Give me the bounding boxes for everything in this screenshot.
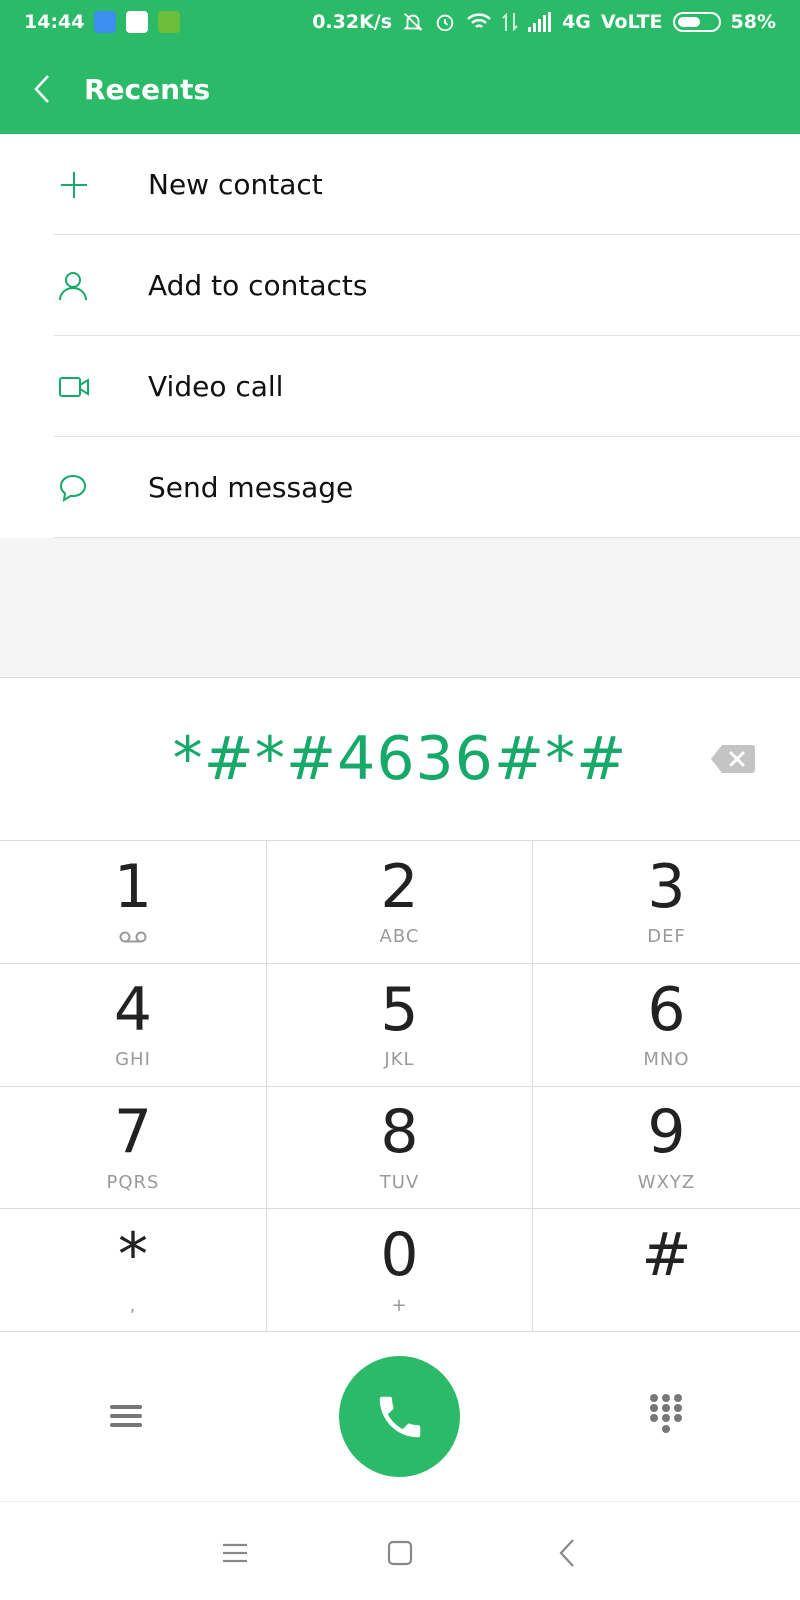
key-digit: 1 (113, 851, 153, 922)
android-app-icon (158, 11, 181, 33)
key-digit: 4 (113, 974, 153, 1045)
backspace-icon[interactable] (710, 743, 756, 775)
key-6[interactable]: 6 MNO (533, 964, 800, 1087)
key-digit: 5 (380, 974, 419, 1045)
signal-icon (528, 12, 552, 32)
key-letters: GHI (115, 1049, 151, 1071)
new-contact-label: New contact (148, 168, 323, 201)
key-9[interactable]: 9 WXYZ (533, 1087, 800, 1210)
key-letters: , (129, 1294, 137, 1316)
number-display: *#*#4636#*# (0, 678, 800, 841)
key-digit: 7 (113, 1097, 153, 1168)
data-transfer-icon (502, 12, 518, 32)
status-time: 14:44 (24, 11, 85, 33)
network-type: 4G (562, 11, 591, 33)
key-4[interactable]: 4 GHI (0, 963, 267, 1087)
wifi-icon (467, 13, 491, 28)
key-digit: 9 (647, 1097, 686, 1168)
status-bar: 14:44 0.32K/s 4G VoLTE 58% (0, 0, 800, 44)
key-letters: TUV (379, 1171, 420, 1193)
key-0[interactable]: 0 + (267, 1209, 533, 1332)
number-actions-list: New contact Add to contacts Video call S… (0, 134, 800, 538)
app-header: Recents (0, 44, 800, 134)
key-3[interactable]: 3 DEF (533, 841, 800, 964)
dialpad-icon[interactable] (648, 1392, 684, 1436)
voicemail-icon (119, 931, 147, 943)
key-letters: JKL (384, 1049, 415, 1071)
battery-icon (672, 12, 721, 32)
add-to-contacts-item[interactable]: Add to contacts (0, 235, 800, 336)
key-8[interactable]: 8 TUV (267, 1086, 533, 1210)
key-digit: * (118, 1220, 148, 1291)
key-digit: 3 (647, 851, 686, 922)
key-1[interactable]: 1 (0, 841, 267, 964)
call-button[interactable] (339, 1356, 460, 1477)
key-digit: 0 (380, 1220, 419, 1291)
add-to-contacts-label: Add to contacts (148, 269, 368, 302)
key-letters (119, 927, 147, 947)
spacer-area (0, 538, 800, 678)
net-speed: 0.32K/s (312, 11, 393, 33)
maps-app-icon (126, 11, 149, 33)
dialed-number[interactable]: *#*#4636#*# (173, 724, 628, 794)
video-camera-icon (59, 376, 89, 397)
key-letters: DEF (647, 926, 686, 948)
page-title: Recents (84, 72, 211, 106)
key-letters: ABC (379, 926, 420, 948)
back-nav-icon[interactable] (551, 1536, 585, 1570)
dialer-action-bar (0, 1332, 800, 1502)
phone-icon (379, 1396, 420, 1437)
dial-keypad: 1 2 ABC 3 DEF 4 GHI 5 JKL 6 MNO 7 PQRS 8… (0, 841, 800, 1332)
send-message-label: Send message (148, 471, 354, 504)
key-letters: + (391, 1294, 408, 1316)
message-bubble-icon (59, 474, 87, 502)
key-5[interactable]: 5 JKL (267, 963, 533, 1087)
system-nav-bar (0, 1502, 800, 1600)
person-icon (59, 271, 87, 300)
plus-icon (61, 171, 87, 198)
alarm-icon (436, 14, 454, 32)
new-contact-item[interactable]: New contact (0, 134, 800, 235)
key-digit: 2 (380, 851, 419, 922)
video-call-item[interactable]: Video call (0, 336, 800, 437)
chevron-left-icon (34, 75, 49, 103)
key-digit: 8 (380, 1097, 419, 1168)
browser-app-icon (94, 11, 117, 33)
recent-apps-icon[interactable] (218, 1536, 252, 1570)
key-letters: WXYZ (637, 1171, 696, 1193)
key-7[interactable]: 7 PQRS (0, 1086, 267, 1210)
key-2[interactable]: 2 ABC (267, 841, 533, 964)
key-hash[interactable]: # (533, 1209, 800, 1332)
back-button[interactable] (0, 44, 84, 134)
key-letters: PQRS (106, 1171, 160, 1193)
volte-indicator: VoLTE (600, 11, 663, 33)
send-message-item[interactable]: Send message (0, 437, 800, 538)
key-letters: MNO (643, 1049, 690, 1071)
battery-fill (677, 17, 700, 27)
battery-percent: 58% (730, 11, 776, 33)
key-star[interactable]: * , (0, 1209, 267, 1332)
bell-muted-icon (403, 13, 423, 31)
home-icon[interactable] (383, 1536, 417, 1570)
video-call-label: Video call (148, 370, 284, 403)
key-digit: # (641, 1220, 692, 1291)
key-digit: 6 (647, 974, 686, 1045)
menu-icon[interactable] (106, 1396, 146, 1436)
